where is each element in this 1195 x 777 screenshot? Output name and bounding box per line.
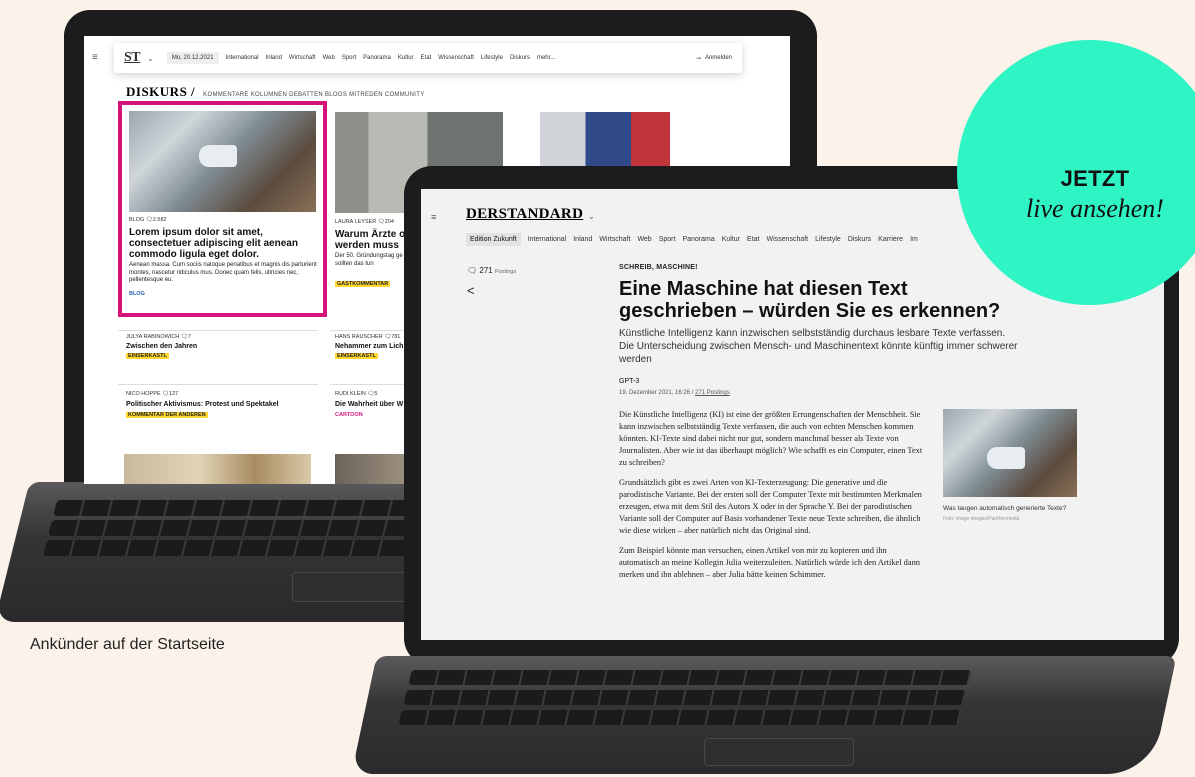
postings-count: 🗨 271 bbox=[467, 266, 493, 275]
back-laptop-touchpad bbox=[292, 572, 422, 602]
badge-line2: live ansehen! bbox=[1026, 194, 1164, 223]
nav-link[interactable]: Karriere bbox=[878, 236, 903, 243]
nav-link[interactable]: Etat bbox=[747, 236, 759, 243]
nav-link[interactable]: International bbox=[226, 55, 259, 61]
date-badge: Mo, 20.12.2021 bbox=[166, 52, 219, 64]
teaser-image-people bbox=[124, 454, 311, 484]
article-paragraph: Grundsätzlich gibt es zwei Arten von KI-… bbox=[619, 478, 922, 535]
nav-link[interactable]: mehr... bbox=[537, 55, 555, 61]
nav-link[interactable]: Panorama bbox=[363, 55, 391, 61]
small-teaser-tag[interactable]: EINSERKASTL bbox=[335, 353, 378, 359]
login-label: Anmelden bbox=[704, 55, 732, 61]
nav-link[interactable]: Wirtschaft bbox=[289, 55, 316, 61]
small-teaser-meta: HANS RAUSCHER 🗨781 bbox=[335, 334, 401, 340]
teaser-text: Aenean massa. Cum sociis natoque penatib… bbox=[129, 262, 317, 283]
nav-link[interactable]: Web bbox=[323, 55, 335, 61]
article-paragraph: Zum Beispiel könnte man versuchen, einen… bbox=[619, 546, 920, 579]
robot-hand-shape bbox=[987, 447, 1025, 469]
figure-caption: Was taugen automatisch generierte Texte? bbox=[943, 505, 1067, 512]
section-subnav[interactable]: KOMMENTARE KOLUMNEN DEBATTEN BLOGS MITRE… bbox=[203, 92, 424, 98]
hamburger-menu-icon[interactable]: ≡ bbox=[92, 52, 98, 63]
small-teaser-title[interactable]: Die Wahrheit über W bbox=[335, 401, 403, 408]
nav-link[interactable]: Kultur bbox=[722, 236, 740, 243]
badge-line1: JETZT bbox=[1060, 166, 1130, 191]
nav-link[interactable]: International bbox=[528, 236, 567, 243]
nav-link[interactable]: Sport bbox=[659, 236, 676, 243]
image-caption: Ankünder auf der Startseite bbox=[30, 636, 225, 653]
nav-link[interactable]: Kultur bbox=[398, 55, 414, 61]
front-laptop-key-row bbox=[403, 690, 967, 705]
article-figure: Was taugen automatisch generierte Texte?… bbox=[943, 409, 1077, 522]
section-title[interactable]: DISKURS / bbox=[126, 84, 195, 100]
robot-hand-shape bbox=[199, 145, 237, 167]
small-teaser-tag[interactable]: KOMMENTAR DER ANDEREN bbox=[126, 412, 208, 418]
nav-link[interactable]: Sport bbox=[342, 55, 356, 61]
nav-link[interactable]: Panorama bbox=[682, 236, 714, 243]
article-paragraph: Die Künstliche Intelligenz (KI) ist eine… bbox=[619, 410, 923, 467]
nav-link[interactable]: Lifestyle bbox=[481, 55, 503, 61]
small-teaser-meta: NICO HOPPE 🗨127 bbox=[126, 391, 179, 397]
section-header: DISKURS / KOMMENTARE KOLUMNEN DEBATTEN B… bbox=[126, 84, 425, 100]
nav-link[interactable]: Diskurs bbox=[510, 55, 530, 61]
article-title: Eine Maschine hat diesen Text geschriebe… bbox=[619, 278, 1001, 322]
teaser-image-eu-flag bbox=[540, 112, 670, 172]
small-teaser-title[interactable]: Zwischen den Jahren bbox=[126, 343, 197, 350]
article-kicker: SCHREIB, MASCHINE! bbox=[619, 264, 698, 271]
small-teaser-meta: JULYA RABINOWICH 🗨7 bbox=[126, 334, 191, 340]
chevron-down-icon[interactable]: ⌄ bbox=[147, 54, 154, 63]
site-logo[interactable]: ST bbox=[124, 50, 141, 66]
nav-link[interactable]: Web bbox=[637, 236, 651, 243]
teaser-meta: LAURA LEYSER 🗨204 bbox=[335, 219, 394, 225]
teaser-image-laptop bbox=[129, 111, 316, 212]
nav-link[interactable]: Etat bbox=[421, 55, 432, 61]
divider bbox=[118, 384, 318, 385]
front-laptop-key-row bbox=[408, 670, 972, 685]
live-badge-text[interactable]: JETZT live ansehen! bbox=[1000, 166, 1190, 224]
main-navigation: Edition Zukunft International Inland Wir… bbox=[466, 233, 918, 246]
nav-link-active[interactable]: Edition Zukunft bbox=[466, 233, 521, 246]
homepage-header-bar: ST ⌄ Mo, 20.12.2021 International Inland… bbox=[114, 43, 742, 73]
login-button[interactable]: ⊸ Anmelden bbox=[696, 55, 732, 62]
divider bbox=[118, 330, 318, 331]
teaser-tag[interactable]: GASTKOMMENTAR bbox=[335, 281, 391, 287]
nav-link[interactable]: Wirtschaft bbox=[599, 236, 630, 243]
nav-link[interactable]: Wissenschaft bbox=[767, 236, 809, 243]
postings-label: Postings bbox=[494, 269, 517, 275]
postings-counter[interactable]: 🗨 271 Postings bbox=[467, 266, 516, 275]
nav-link[interactable]: Inland bbox=[573, 236, 592, 243]
article-date-text: 19. Dezember 2021, 16:26 / bbox=[619, 390, 694, 396]
key-icon: ⊸ bbox=[695, 55, 701, 62]
nav-link[interactable]: Im bbox=[910, 236, 918, 243]
nav-link[interactable]: Lifestyle bbox=[815, 236, 841, 243]
nav-link[interactable]: Diskurs bbox=[848, 236, 871, 243]
small-teaser-title[interactable]: Nehammer zum Lich bbox=[335, 343, 403, 350]
article-subtitle: Künstliche Intelligenz kann inzwischen s… bbox=[619, 328, 1018, 365]
site-logo[interactable]: DERSTANDARD bbox=[466, 206, 583, 223]
hamburger-menu-icon[interactable]: ≡ bbox=[431, 212, 436, 222]
small-teaser-tag[interactable]: EINSERKASTL bbox=[126, 353, 169, 359]
postings-link[interactable]: 271 Postings bbox=[695, 390, 730, 396]
small-teaser-meta: RUDI KLEIN 🗨5 bbox=[335, 391, 378, 397]
teaser-meta: BLOG 🗨2.582 bbox=[129, 217, 167, 223]
nav-link[interactable]: Wissenschaft bbox=[438, 55, 474, 61]
article-date: 19. Dezember 2021, 16:26 / 271 Postings bbox=[619, 390, 730, 396]
chevron-down-icon[interactable]: ⌄ bbox=[588, 212, 595, 221]
article-author[interactable]: GPT-3 bbox=[619, 378, 639, 385]
front-laptop-touchpad bbox=[704, 738, 854, 766]
small-teaser-title[interactable]: Politischer Aktivismus: Protest und Spek… bbox=[126, 401, 279, 408]
front-laptop-key-row bbox=[398, 710, 962, 725]
nav-link[interactable]: Inland bbox=[266, 55, 282, 61]
featured-teaser-card[interactable]: BLOG 🗨2.582 Lorem ipsum dolor sit amet, … bbox=[118, 101, 327, 317]
article-body: Die Künstliche Intelligenz (KI) ist eine… bbox=[619, 409, 924, 589]
small-teaser-tag[interactable]: CARTOON bbox=[335, 412, 363, 418]
figure-image-laptop[interactable] bbox=[943, 409, 1077, 497]
figure-credit: Foto: image images/Panthermedia bbox=[943, 515, 1020, 522]
share-icon[interactable]: < bbox=[467, 283, 475, 298]
teaser-tag[interactable]: BLOG bbox=[129, 291, 145, 297]
teaser-title[interactable]: Lorem ipsum dolor sit amet, consectetuer… bbox=[129, 227, 319, 260]
